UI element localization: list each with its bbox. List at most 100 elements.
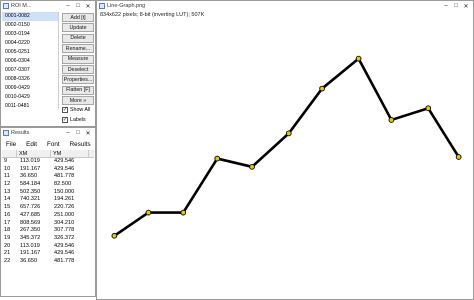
table-cell: 657.726 [20, 204, 41, 211]
deselect-button[interactable]: Deselect [62, 65, 94, 74]
table-cell: 113.019 [20, 158, 40, 164]
roi-list-item[interactable]: 0006-0304 [2, 57, 58, 66]
table-row[interactable]: 20 113.019 429.546 [2, 243, 94, 251]
table-cell: 429.546 [54, 242, 75, 249]
table-cell: 429.546 [54, 158, 75, 164]
add-button[interactable]: Add [t] [62, 13, 94, 22]
roi-list-item[interactable]: 0001-0082 [2, 12, 58, 21]
table-row[interactable]: 16 427.685 251.000 [2, 212, 94, 220]
results-table[interactable]: XM YM 9 113.019 429.546 10 191.167 429.546 11 36… [2, 150, 94, 295]
flatten-button[interactable]: Flatten [F] [62, 85, 94, 95]
table-row[interactable]: 19 345.372 326.372 [2, 235, 94, 243]
roi-list-item[interactable]: 0011-0481 [2, 102, 58, 111]
data-point[interactable] [214, 155, 221, 162]
table-cell: 427.685 [20, 211, 41, 218]
delete-button[interactable]: Delete [62, 33, 94, 43]
table-row[interactable]: 13 502.350 150.000 [2, 189, 94, 197]
data-point[interactable] [425, 105, 432, 112]
roi-list-item[interactable]: 0004-0220 [2, 39, 58, 48]
line-chart[interactable] [98, 22, 470, 298]
close-icon[interactable]: ✕ [83, 128, 93, 138]
roi-list-item[interactable]: 0005-0251 [2, 48, 58, 57]
table-row[interactable]: 10 191.167 429.546 [2, 166, 94, 174]
menu-font[interactable]: Font [47, 141, 60, 148]
roi-list-item[interactable]: 0007-0307 [2, 66, 58, 75]
table-cell: 194.261 [54, 196, 75, 203]
rename-button[interactable]: Rename... [62, 44, 94, 54]
table-cell: 113.019 [20, 242, 40, 249]
column-header[interactable]: XM [17, 150, 51, 157]
data-point[interactable] [319, 85, 325, 92]
minimize-icon[interactable]: – [441, 1, 451, 11]
data-point[interactable] [455, 154, 462, 160]
data-point[interactable] [111, 232, 118, 239]
series-line-segment [287, 87, 324, 135]
menu-file[interactable]: File [6, 141, 16, 148]
table-cell: 191.167 [20, 250, 41, 257]
roi-list-item[interactable]: 0003-0194 [2, 30, 58, 39]
table-row[interactable]: 9 113.019 429.546 [2, 158, 94, 166]
window-title: Results [11, 130, 30, 136]
column-header[interactable] [2, 150, 17, 157]
table-row[interactable]: 22 36.650 481.778 [2, 258, 94, 266]
image-info: 834x622 pixels; 8-bit (inverting LUT); 5… [100, 12, 205, 18]
data-point[interactable] [285, 130, 292, 137]
labels-checkbox[interactable]: ✓ Labels [62, 117, 86, 123]
close-icon[interactable]: ✕ [83, 1, 93, 11]
data-point[interactable] [249, 163, 255, 170]
table-cell: 22 [4, 257, 11, 264]
table-cell: 429.546 [54, 250, 75, 257]
maximize-icon[interactable]: □ [451, 1, 461, 11]
show-all-checkbox[interactable]: ✓ Show All [62, 107, 90, 113]
checkbox-icon[interactable]: ✓ [62, 117, 68, 123]
minimize-icon[interactable]: – [63, 1, 73, 11]
close-icon[interactable]: ✕ [461, 1, 471, 11]
maximize-icon[interactable]: □ [73, 1, 83, 11]
menu-edit[interactable]: Edit [26, 141, 37, 148]
maximize-icon[interactable]: □ [73, 128, 83, 138]
data-point[interactable] [388, 117, 395, 123]
table-row[interactable]: 21 191.167 429.546 [2, 250, 94, 258]
roi-list-item[interactable]: 0009-0429 [2, 84, 58, 93]
table-cell: 18 [4, 227, 11, 234]
roi-manager-titlebar[interactable]: ROI M... – □ ✕ [1, 1, 95, 11]
results-menubar: File Edit Font Results [2, 140, 94, 149]
table-row[interactable]: 14 740.321 194.261 [2, 196, 94, 204]
app-icon [99, 3, 105, 9]
table-cell: 21 [4, 250, 11, 257]
series-line-segment [215, 157, 254, 169]
checkbox-label: Show All [70, 107, 91, 113]
minimize-icon[interactable]: – [63, 128, 73, 138]
properties-button[interactable]: Properties... [62, 75, 94, 85]
graph-titlebar[interactable]: Line-Graph.png – □ ✕ [97, 1, 473, 11]
table-row[interactable]: 11 36.650 481.778 [2, 173, 94, 181]
table-row[interactable]: 18 267.350 307.778 [2, 227, 94, 235]
table-row[interactable]: 17 808.569 304.210 [2, 220, 94, 228]
table-cell: 481.778 [54, 257, 75, 264]
table-cell: 36.650 [20, 173, 38, 180]
data-point[interactable] [145, 209, 152, 216]
table-cell: 17 [4, 219, 11, 226]
roi-list-item[interactable]: 0002-0150 [2, 21, 58, 30]
roi-list[interactable]: 0001-0082 0002-0150 0003-0194 0004-0220 0005… [2, 12, 59, 109]
update-button[interactable]: Update [62, 23, 94, 33]
checkbox-icon[interactable]: ✓ [62, 107, 68, 113]
table-cell: 220.726 [54, 204, 75, 211]
roi-list-item[interactable]: 0010-0429 [2, 93, 58, 102]
column-header[interactable]: YM [51, 150, 89, 157]
more-button[interactable]: More » [62, 96, 94, 106]
data-point[interactable] [355, 55, 362, 62]
results-titlebar[interactable]: Results – □ ✕ [1, 128, 95, 138]
roi-list-item[interactable]: 0008-0326 [2, 75, 58, 84]
data-point[interactable] [180, 209, 187, 216]
table-cell: 251.000 [54, 211, 75, 218]
table-header: XM YM [2, 150, 94, 158]
table-row[interactable]: 15 657.726 220.726 [2, 204, 94, 212]
checkbox-label: Labels [70, 117, 86, 123]
measure-button[interactable]: Measure [62, 54, 94, 64]
menu-results[interactable]: Results [70, 141, 91, 148]
table-cell: 36.650 [20, 257, 38, 264]
table-cell: 82.500 [54, 181, 72, 188]
table-row[interactable]: 12 584.184 82.500 [2, 181, 94, 189]
table-cell: 11 [4, 173, 10, 180]
